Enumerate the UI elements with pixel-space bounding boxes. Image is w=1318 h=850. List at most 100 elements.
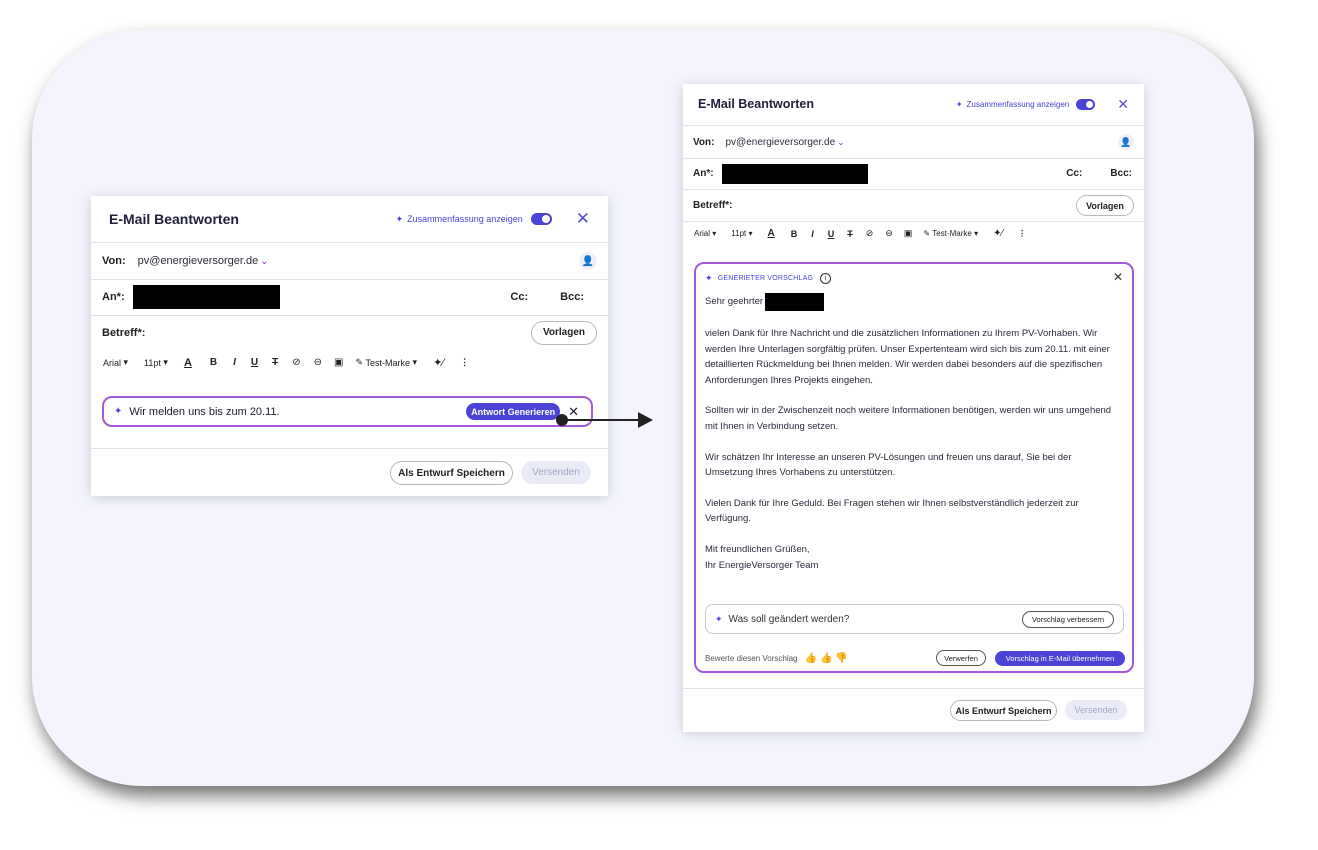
sparkle-icon: ✦ [114,406,123,417]
summary-label-text: Zusammenfassung anzeigen [966,99,1070,109]
suggestion-header: ✦ GENERIETER VORSCHLAG i [705,273,832,284]
thumbs-down-icon[interactable]: 👎 [835,653,847,664]
size-select[interactable]: 11pt ▾ [144,357,168,368]
to-label: An*: [693,168,714,179]
sparkle-icon: ✦ [715,613,723,624]
templates-button[interactable]: Vorlagen [1076,195,1134,216]
subject-label: Betreff*: [693,200,733,211]
ai-suggestion-panel: ✦ GENERIETER VORSCHLAG i ✕ Sehr geehrter… [694,262,1134,673]
close-icon[interactable]: ✕ [576,209,590,229]
templates-button[interactable]: Vorlagen [531,320,597,345]
formatting-toolbar: Arial ▾ 11pt ▾ A B I U T ⊘ ⊖ ▣ ✎ Test-Ma… [103,356,469,370]
dialog-footer: Als Entwurf Speichern Versenden [683,688,1144,732]
brand-select-label: Test-Marke [365,357,411,368]
dialog-title: E-Mail Beantworten [109,211,239,227]
to-row: An*: Cc: Bcc: [683,158,1144,190]
unlink-icon[interactable]: ⊖ [885,228,893,239]
bold-icon[interactable]: B [210,357,217,368]
apply-suggestion-button[interactable]: Vorschlag in E-Mail übernehmen [995,650,1125,666]
font-select-label: Arial [103,357,122,368]
text-color-icon[interactable]: A [768,228,775,239]
chevron-down-icon[interactable]: ⌄ [260,256,268,267]
italic-icon[interactable]: I [811,229,814,239]
save-draft-button[interactable]: Als Entwurf Speichern [950,700,1057,721]
bold-icon[interactable]: B [791,229,798,239]
paragraph-1: vielen Dank für Ihre Nachricht und die z… [705,328,1110,386]
strikethrough-icon[interactable]: T [847,229,853,239]
cc-label[interactable]: Cc: [1066,168,1082,179]
font-select[interactable]: Arial ▾ [694,229,716,238]
underline-icon[interactable]: U [251,357,258,368]
add-contact-icon[interactable]: 👤 [1118,134,1134,150]
summary-label-text: Zusammenfassung anzeigen [407,214,523,224]
reply-dialog-expanded: .w2 .toggle::after{width:7px;height:7px;… [683,84,1144,732]
name-redacted [765,293,825,311]
send-button[interactable]: Versenden [521,461,591,484]
brand-select[interactable]: ✎ Test-Marke ▾ [923,229,978,238]
refine-input-box[interactable]: ✦ Was soll geändert werden? Vorschlag ve… [705,604,1124,634]
close-icon[interactable]: ✕ [1113,270,1123,284]
add-contact-icon[interactable]: 👤 [579,252,597,270]
closing-line-1: Mit freundlichen Grüßen, [705,543,810,555]
italic-icon[interactable]: I [233,357,236,368]
size-select-label: 11pt [144,357,161,368]
from-row: Von: pv@energieversorger.de ⌄ 👤 [91,242,608,280]
close-icon[interactable]: ✕ [1117,96,1129,113]
paragraph-4: Vielen Dank für Ihre Geduld. Bei Fragen … [705,497,1079,525]
sparkle-icon: ✦ [955,99,963,109]
link-icon[interactable]: ⊘ [292,357,300,368]
generate-reply-button[interactable]: Antwort Generieren [466,403,561,420]
thumbs-up-outline-icon[interactable]: 👍 [805,653,817,664]
chevron-down-icon[interactable]: ⌄ [837,137,845,148]
rating-row: Bewerte diesen Vorschlag 👍 👍 👎 Verwerfen… [705,650,1125,666]
unlink-icon[interactable]: ⊖ [314,357,322,368]
dialog-footer: Als Entwurf Speichern Versenden [91,448,608,496]
prompt-input[interactable]: Wir melden uns bis zum 20.11. [129,406,279,418]
brand-select[interactable]: ✎ Test-Marke ▾ [355,357,417,368]
summary-toggle[interactable] [530,213,552,225]
reply-dialog-compact: E-Mail Beantworten ✦ Zusammenfassung anz… [91,196,608,496]
summary-toggle-label: ✦ Zusammenfassung anzeigen [956,100,1069,109]
transition-arrow [556,412,653,428]
improve-suggestion-button[interactable]: Vorschlag verbessern [1022,610,1114,628]
image-icon[interactable]: ▣ [904,228,913,239]
bcc-label[interactable]: Bcc: [560,291,584,303]
summary-toggle[interactable] [1076,98,1096,110]
ai-magic-icon[interactable]: ✦⁄ [993,228,1003,239]
more-icon[interactable]: ⋮ [1018,229,1026,238]
send-button[interactable]: Versenden [1065,700,1127,720]
link-icon[interactable]: ⊘ [866,228,874,239]
recipient-redacted[interactable] [721,163,868,184]
from-label: Von: [102,255,126,267]
dialog-title: E-Mail Beantworten [698,97,814,111]
formatting-toolbar: Arial ▾ 11pt ▾ A B I U T ⊘ ⊖ ▣ ✎ Test-Ma… [694,228,1026,239]
underline-icon[interactable]: U [828,229,835,239]
strikethrough-icon[interactable]: T [272,357,278,368]
image-icon[interactable]: ▣ [334,357,343,368]
subject-row: Betreff*: Vorlagen [91,316,608,349]
font-select[interactable]: Arial ▾ [103,357,128,368]
from-row: Von: pv@energieversorger.de ⌄ 👤 [683,125,1144,159]
ai-magic-icon[interactable]: ✦⁄ [433,356,444,369]
recipient-redacted[interactable] [132,285,280,309]
brand-select-label: Test-Marke [932,229,972,238]
refine-input[interactable]: Was soll geändert werden? [729,614,850,625]
text-color-icon[interactable]: A [184,357,192,369]
save-draft-button[interactable]: Als Entwurf Speichern [390,461,513,485]
sparkle-icon: ✦ [705,273,713,283]
summary-toggle-label: ✦ Zusammenfassung anzeigen [396,214,523,225]
more-icon[interactable]: ⋮ [460,357,469,368]
cc-label[interactable]: Cc: [510,291,528,303]
to-row: An*: Cc: Bcc: [91,279,608,316]
from-address[interactable]: pv@energieversorger.de [138,255,259,267]
size-select[interactable]: 11pt ▾ [731,229,752,238]
font-select-label: Arial [694,229,711,238]
ai-prompt-box[interactable]: ✦ Wir melden uns bis zum 20.11. Antwort … [102,396,593,427]
sparkle-icon: ✦ [395,213,404,224]
discard-button[interactable]: Verwerfen [936,650,986,666]
from-address[interactable]: pv@energieversorger.de [725,137,835,148]
info-icon[interactable]: i [820,273,832,284]
size-select-label: 11pt [731,229,747,238]
thumbs-up-icon[interactable]: 👍 [820,653,832,664]
bcc-label[interactable]: Bcc: [1110,168,1132,179]
